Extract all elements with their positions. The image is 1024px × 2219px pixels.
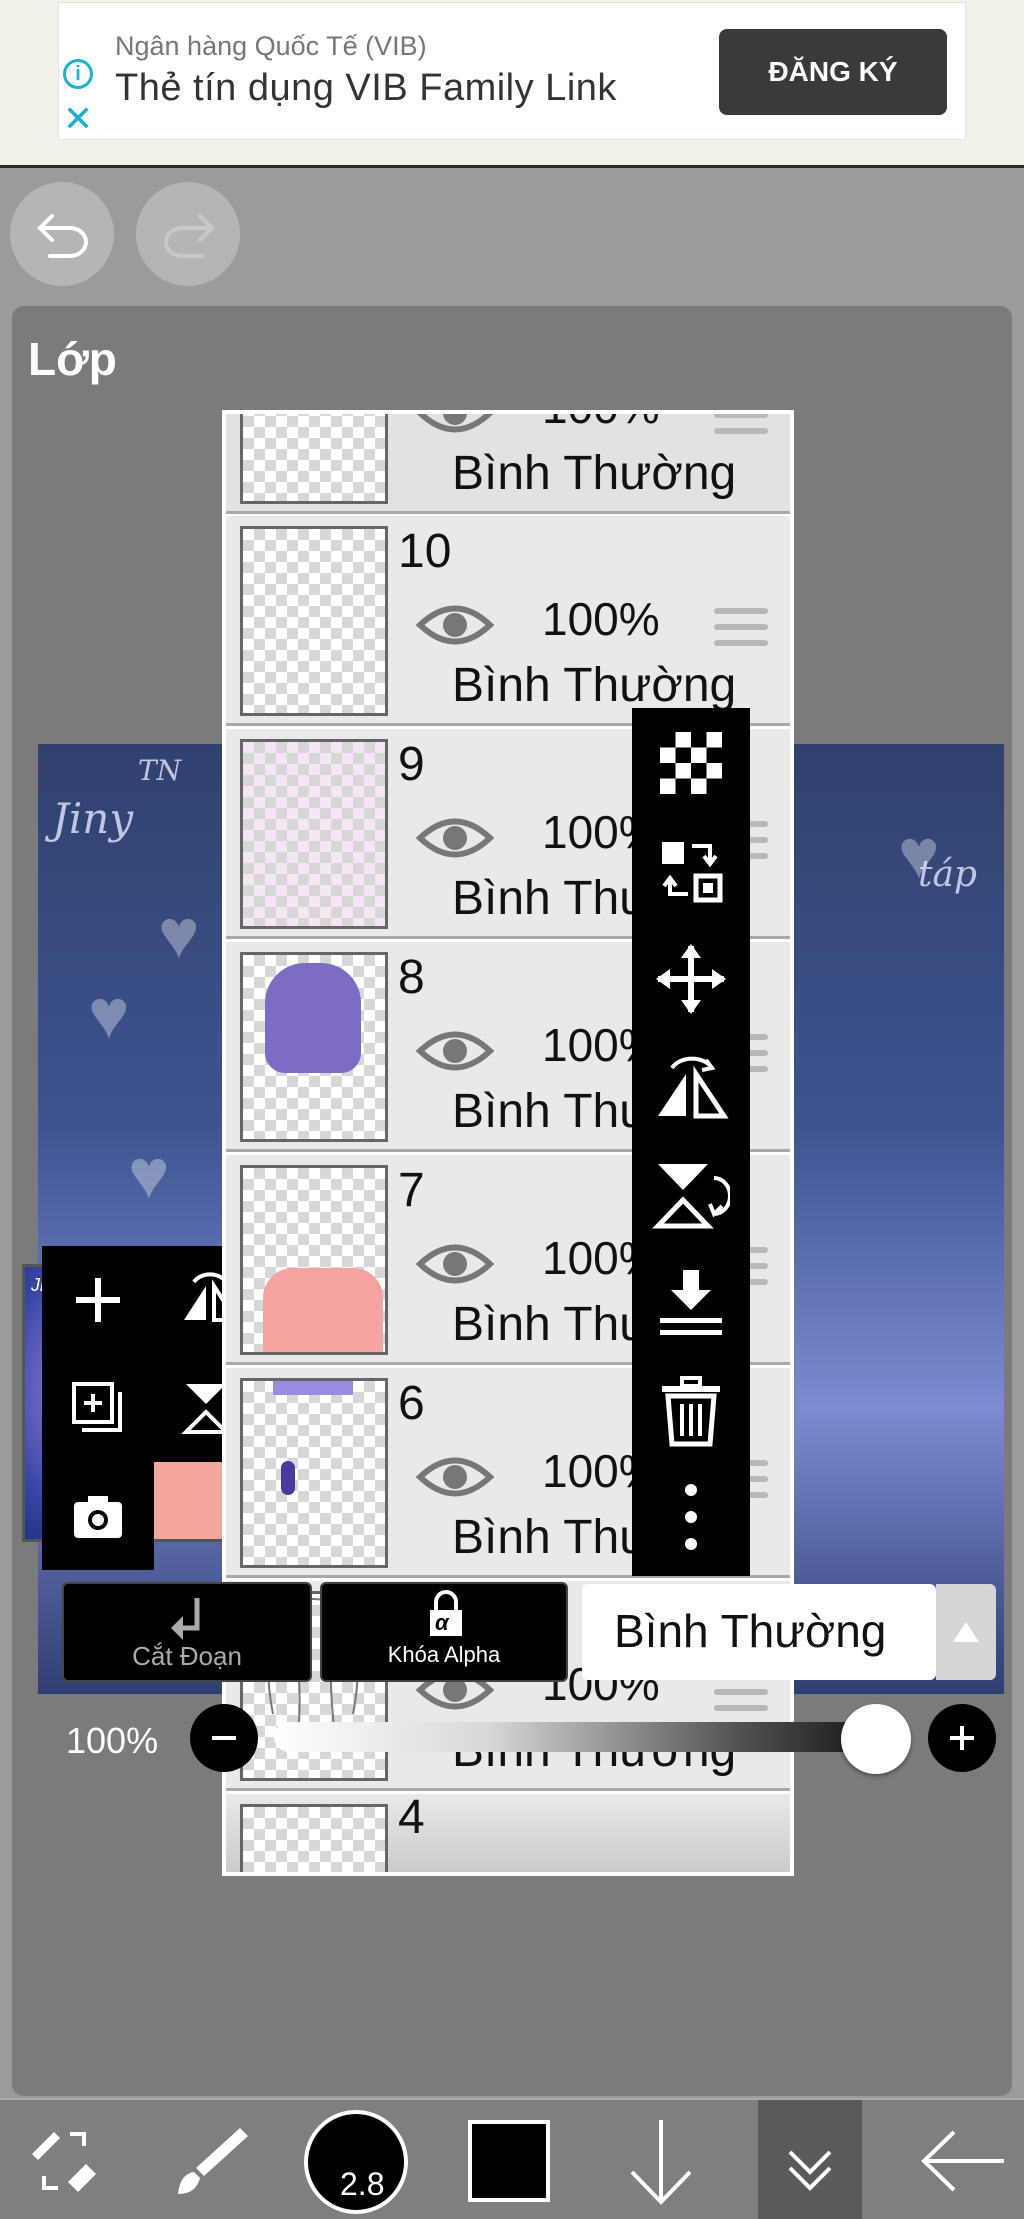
- ad-register-button[interactable]: ĐĂNG KÝ: [719, 29, 947, 115]
- opacity-slider[interactable]: [274, 1722, 886, 1752]
- layer-number: 9: [398, 738, 425, 791]
- layer-blend-mode: Bình Thường: [452, 659, 737, 712]
- opacity-value: 100%: [66, 1720, 159, 1761]
- redo-icon: [164, 214, 215, 258]
- duplicate-layer-button[interactable]: [42, 1354, 154, 1462]
- camera-icon: [74, 1496, 122, 1538]
- panel-title: Lớp: [28, 333, 117, 385]
- thumb-stroke: [273, 1381, 353, 1395]
- undo-button[interactable]: [10, 182, 114, 286]
- brush-icon: [178, 2128, 248, 2194]
- layer-row[interactable]: 10 100% Bình Thường: [226, 516, 790, 726]
- blend-mode-select[interactable]: Bình Thường: [582, 1584, 936, 1680]
- arrow-down-icon: [630, 2120, 692, 2205]
- brush-tool-button[interactable]: [160, 2100, 260, 2219]
- minus-icon: [212, 1736, 236, 1740]
- eye-icon[interactable]: [416, 1452, 494, 1502]
- alpha-lock-button[interactable]: α Khóa Alpha: [320, 1582, 568, 1682]
- arrow-left-icon: [921, 2130, 1004, 2192]
- thumb-hair-shape: [265, 963, 361, 1073]
- layer-thumbnail[interactable]: [240, 1378, 388, 1568]
- drag-handle-icon[interactable]: [714, 1673, 768, 1721]
- tool-switch-button[interactable]: [20, 2100, 120, 2219]
- ad-title[interactable]: Thẻ tín dụng VIB Family Link: [115, 67, 617, 110]
- layer-thumbnail[interactable]: [240, 1165, 388, 1355]
- duplicate-icon: [72, 1382, 122, 1432]
- eye-icon[interactable]: [416, 813, 494, 863]
- brush-size-button[interactable]: 2.8: [304, 2110, 408, 2214]
- add-layer-button[interactable]: [42, 1246, 154, 1354]
- layer-thumbnail[interactable]: [240, 952, 388, 1142]
- move-down-button[interactable]: [616, 2100, 706, 2219]
- ad-card[interactable]: Ngân hàng Quốc Tế (VIB) Thẻ tín dụng VIB…: [58, 2, 966, 140]
- blend-mode-value: Bình Thường: [614, 1605, 887, 1657]
- double-chevron-down-icon: [788, 2150, 832, 2191]
- undo-icon: [37, 214, 88, 258]
- clip-arrow-icon: [171, 1598, 200, 1640]
- merge-down-icon[interactable]: [652, 1264, 730, 1342]
- eye-icon[interactable]: [416, 600, 494, 650]
- trash-icon[interactable]: [652, 1372, 730, 1450]
- thumb-kimono-shape: [263, 1268, 383, 1352]
- eye-icon[interactable]: [416, 410, 494, 438]
- plus-icon: [76, 1278, 120, 1322]
- canvas-signature-tn: TN: [138, 754, 182, 787]
- heart-decoration: ♥: [88, 975, 130, 1053]
- flip-horizontal-icon[interactable]: [652, 1048, 730, 1126]
- layers-button[interactable]: [758, 2100, 862, 2219]
- layer-opacity: 100%: [542, 414, 660, 434]
- transparency-icon[interactable]: [652, 724, 730, 802]
- heart-decoration: ♥: [128, 1135, 170, 1213]
- pen-eraser-icon: [32, 2132, 96, 2192]
- import-photo-button[interactable]: [42, 1462, 154, 1570]
- opacity-decrease-button[interactable]: [190, 1704, 258, 1772]
- triangle-up-icon: [953, 1622, 979, 1642]
- info-icon[interactable]: i: [63, 59, 93, 89]
- back-button[interactable]: [908, 2100, 1018, 2219]
- plus-icon: [950, 1726, 974, 1750]
- thumb-stroke: [281, 1461, 295, 1495]
- brush-size-value: 2.8: [340, 2166, 385, 2202]
- alpha-symbol: α: [435, 1610, 449, 1635]
- layer-number: 8: [398, 951, 425, 1004]
- swap-layer-icon[interactable]: [652, 832, 730, 910]
- canvas-side-text: táp: [918, 854, 977, 895]
- clipping-label: Cắt Đoạn: [132, 1641, 242, 1671]
- drag-handle-icon[interactable]: [714, 414, 768, 444]
- layer-number: 7: [398, 1164, 425, 1217]
- eye-icon[interactable]: [416, 1026, 494, 1076]
- layer-opacity: 100%: [542, 593, 660, 645]
- layer-actions-toolbar: [632, 708, 750, 1576]
- color-swatch[interactable]: [468, 2120, 550, 2202]
- ad-advertiser: Ngân hàng Quốc Tế (VIB): [115, 31, 427, 61]
- heart-decoration: ♥: [158, 895, 200, 973]
- clipping-button[interactable]: Cắt Đoạn: [62, 1582, 312, 1682]
- layer-row[interactable]: 4: [226, 1791, 790, 1872]
- layer-panel: Lớp ♥ ♥ ♥ ♥ Jiny TN táp Jiny: [12, 306, 1012, 2096]
- bottom-toolbar: 2.8: [0, 2098, 1024, 2219]
- layer-thumbnail[interactable]: [240, 414, 388, 504]
- layer-number: 6: [398, 1377, 425, 1430]
- layer-thumbnail[interactable]: [240, 1804, 388, 1872]
- canvas-signature: Jiny: [52, 794, 134, 843]
- blend-mode-dropdown-button[interactable]: [936, 1584, 996, 1680]
- drag-handle-icon[interactable]: [714, 608, 768, 656]
- ad-banner[interactable]: Ngân hàng Quốc Tế (VIB) Thẻ tín dụng VIB…: [0, 0, 1024, 168]
- opacity-increase-button[interactable]: [928, 1704, 996, 1772]
- more-options-icon[interactable]: [652, 1478, 730, 1556]
- redo-button[interactable]: [136, 182, 240, 286]
- opacity-slider-handle[interactable]: [841, 1704, 911, 1774]
- layer-thumbnail[interactable]: [240, 526, 388, 716]
- move-icon[interactable]: [652, 940, 730, 1018]
- layer-number: 4: [398, 1791, 425, 1844]
- layer-thumbnail[interactable]: [240, 739, 388, 929]
- layer-number: 10: [398, 525, 452, 578]
- flip-vertical-icon[interactable]: [652, 1156, 730, 1234]
- eye-icon[interactable]: [416, 1239, 494, 1289]
- layer-row[interactable]: 100% Bình Thường: [226, 410, 790, 514]
- close-icon[interactable]: ✕: [63, 101, 93, 137]
- alpha-lock-label: Khóa Alpha: [387, 1642, 501, 1667]
- layer-blend-mode: Bình Thường: [452, 447, 737, 500]
